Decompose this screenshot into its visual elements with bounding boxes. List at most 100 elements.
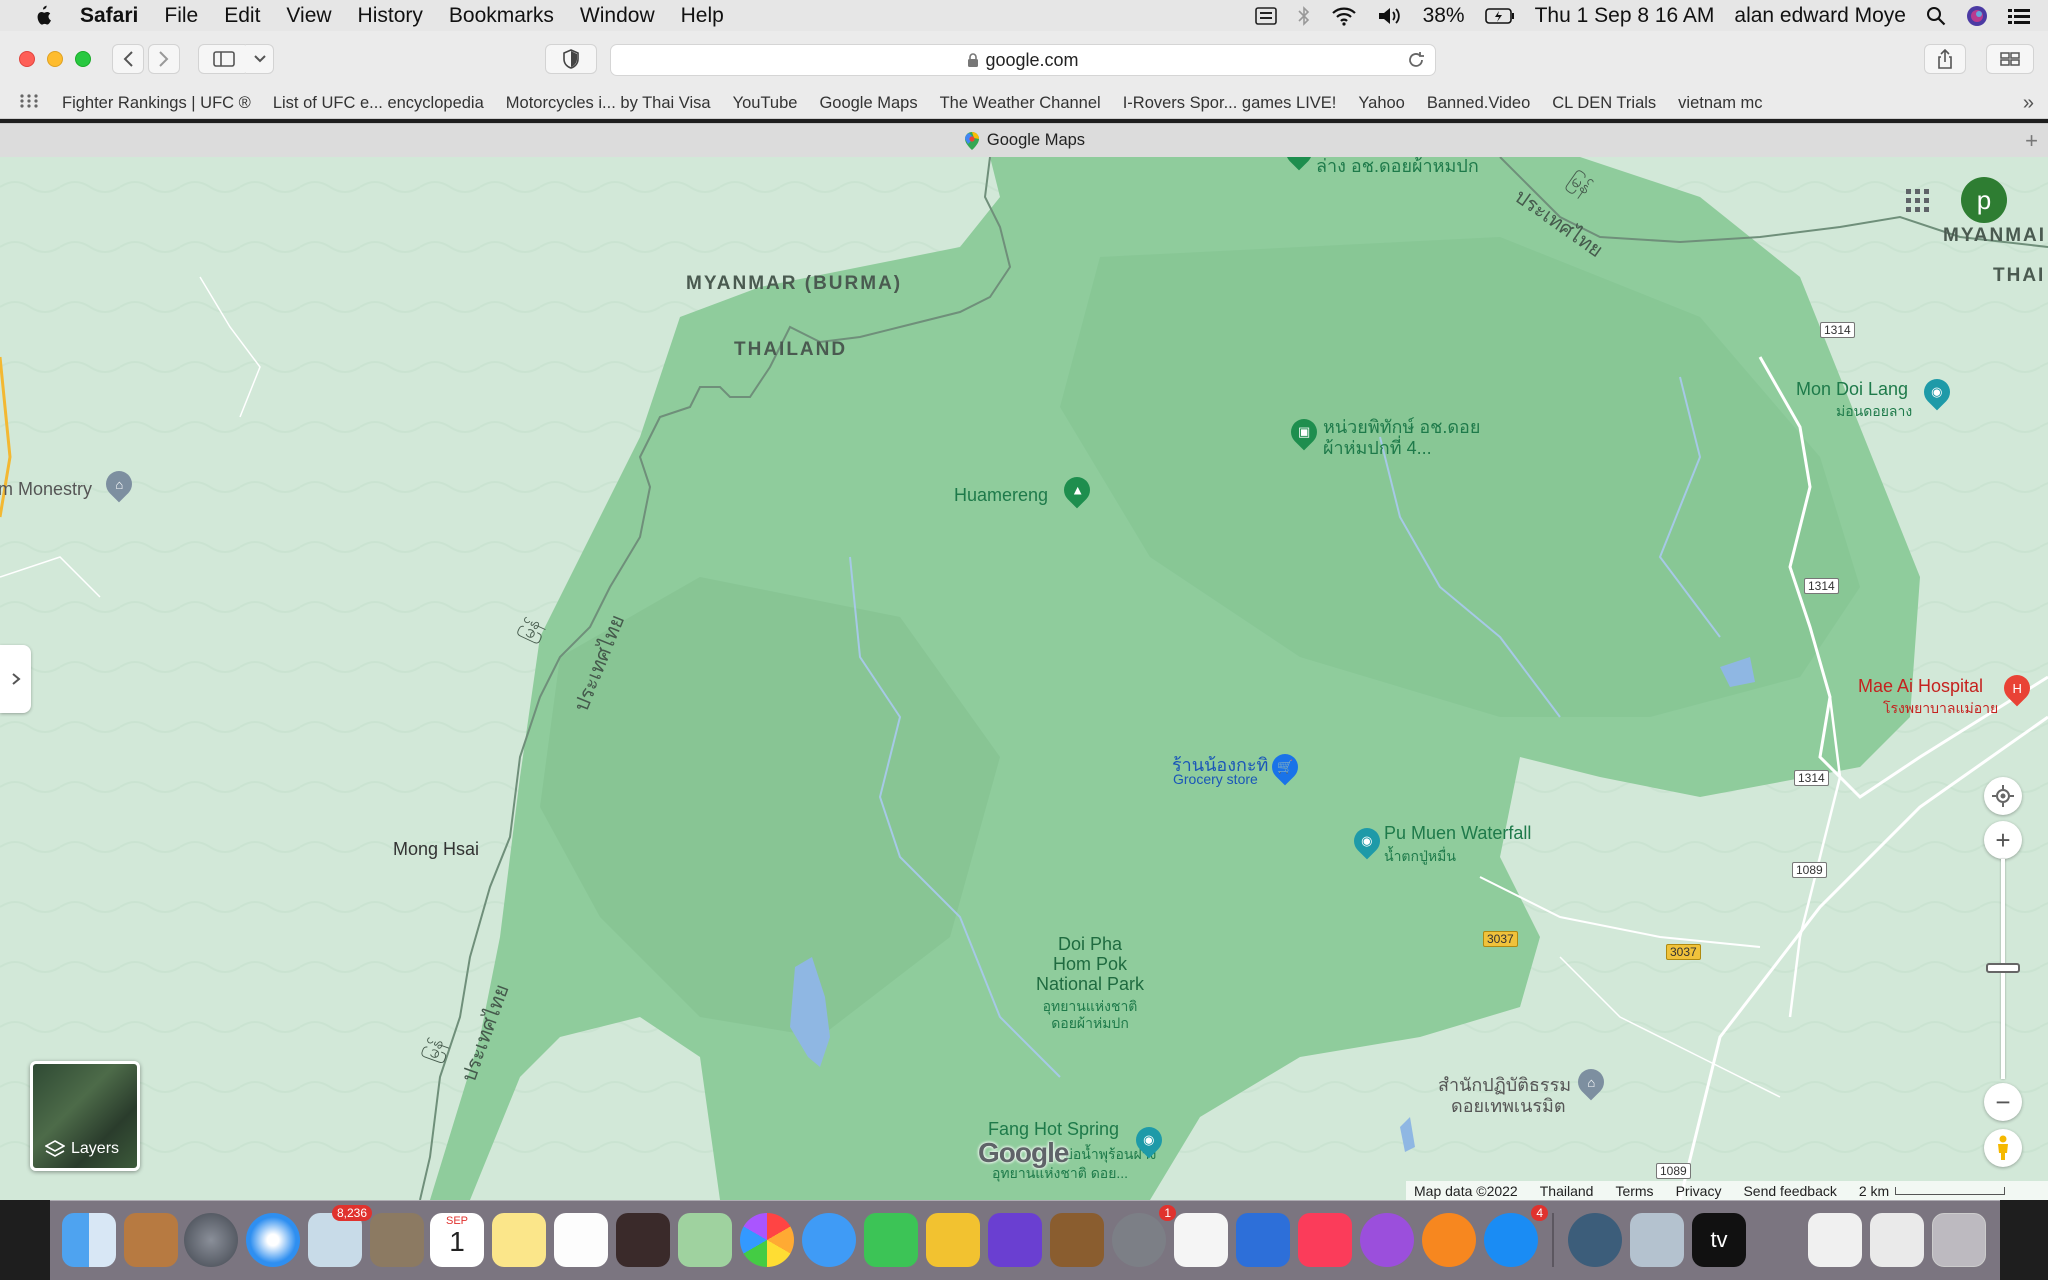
poi-label-mon-doi-lang[interactable]: Mon Doi Lang bbox=[1796, 379, 1908, 400]
bookmark-item[interactable]: vietnam mc bbox=[1678, 94, 1762, 113]
poi-label-monastery[interactable]: m Monestry bbox=[0, 479, 92, 500]
zoom-out-button[interactable]: − bbox=[1984, 1083, 2022, 1121]
books-icon[interactable] bbox=[1422, 1213, 1476, 1267]
bookmark-item[interactable]: List of UFC e... encyclopedia bbox=[273, 94, 484, 113]
menu-bookmarks[interactable]: Bookmarks bbox=[449, 4, 554, 28]
forward-button[interactable] bbox=[148, 44, 180, 74]
calendar-icon[interactable]: SEP 1 bbox=[430, 1213, 484, 1267]
privacy-link[interactable]: Privacy bbox=[1676, 1183, 1722, 1199]
keyboard-icon[interactable] bbox=[1254, 6, 1277, 25]
menu-app-safari[interactable]: Safari bbox=[80, 4, 138, 28]
poi-label-waterfall-th[interactable]: น้ำตกปู่หมื่น bbox=[1384, 846, 1456, 868]
send-feedback-link[interactable]: Send feedback bbox=[1743, 1183, 1836, 1199]
apple-menu-icon[interactable] bbox=[26, 5, 58, 27]
scale-label[interactable]: 2 km bbox=[1859, 1183, 1889, 1199]
volume-icon[interactable] bbox=[1377, 6, 1403, 26]
contacts-icon[interactable] bbox=[124, 1213, 178, 1267]
park-label-line2[interactable]: Hom Pok bbox=[1030, 954, 1150, 974]
poi-label-waterfall[interactable]: Pu Muen Waterfall bbox=[1384, 823, 1531, 844]
bookmark-item[interactable]: Yahoo bbox=[1358, 94, 1405, 113]
poi-label-huamereng[interactable]: Huamereng bbox=[954, 485, 1048, 506]
safari-dock-icon[interactable] bbox=[246, 1213, 300, 1267]
keynote-icon[interactable] bbox=[1236, 1213, 1290, 1267]
reminders-icon[interactable] bbox=[554, 1213, 608, 1267]
privacy-report-button[interactable] bbox=[545, 44, 597, 74]
downloads-stack-icon[interactable] bbox=[1808, 1213, 1862, 1267]
bookmark-item[interactable]: Fighter Rankings | UFC ® bbox=[62, 94, 251, 113]
account-avatar[interactable]: p bbox=[1961, 177, 2007, 223]
app-store-icon[interactable]: 4 bbox=[1484, 1205, 1548, 1267]
bookmark-item[interactable]: Banned.Video bbox=[1427, 94, 1530, 113]
poi-label-top-partial[interactable]: ล่าง อช.ดอยผ้าหมปก bbox=[1316, 157, 1479, 180]
mojave-icon[interactable] bbox=[1568, 1213, 1622, 1267]
garageband-icon[interactable] bbox=[1050, 1213, 1104, 1267]
photo-booth-icon[interactable] bbox=[616, 1213, 670, 1267]
user-name[interactable]: alan edward Moye bbox=[1734, 4, 1906, 28]
apple-tv-icon[interactable]: tv bbox=[1692, 1213, 1746, 1267]
back-button[interactable] bbox=[112, 44, 144, 74]
map-region[interactable]: Thailand bbox=[1540, 1183, 1594, 1199]
calculator-icon[interactable] bbox=[370, 1213, 424, 1267]
launchpad-icon[interactable] bbox=[184, 1213, 238, 1267]
finder-icon[interactable] bbox=[62, 1213, 116, 1267]
layers-button[interactable]: Layers bbox=[30, 1061, 140, 1171]
minimize-window-button[interactable] bbox=[47, 51, 63, 67]
mail-icon[interactable]: 8,236 bbox=[308, 1205, 372, 1267]
poi-label-ranger-unit-line2[interactable]: ผ้าห่มปกที่ 4... bbox=[1323, 433, 1432, 462]
menu-window[interactable]: Window bbox=[580, 4, 655, 28]
bookmark-item[interactable]: The Weather Channel bbox=[940, 94, 1101, 113]
trash-icon[interactable] bbox=[1932, 1213, 1986, 1267]
bookmarks-grid-icon[interactable] bbox=[20, 94, 38, 113]
my-location-button[interactable] bbox=[1984, 777, 2022, 815]
spotlight-search-icon[interactable] bbox=[1926, 6, 1946, 26]
map-canvas[interactable]: MYANMAR (BURMA) THAILAND MYANMAI THAI ปร… bbox=[0, 157, 2048, 1200]
bookmark-item[interactable]: CL DEN Trials bbox=[1552, 94, 1656, 113]
sidebar-menu-button[interactable] bbox=[246, 44, 274, 74]
zoom-in-button[interactable]: + bbox=[1984, 821, 2022, 859]
reload-icon[interactable] bbox=[1407, 51, 1425, 69]
sidebar-toggle-button[interactable] bbox=[198, 44, 250, 74]
google-apps-icon[interactable] bbox=[1906, 189, 1930, 218]
pages-icon[interactable] bbox=[926, 1213, 980, 1267]
zoom-slider-handle[interactable] bbox=[1986, 963, 2020, 973]
system-preferences-icon[interactable]: 1 bbox=[1112, 1205, 1176, 1267]
control-center-icon[interactable] bbox=[2008, 7, 2030, 25]
siri-icon[interactable] bbox=[1966, 5, 1988, 27]
poi-label-grocery-type[interactable]: Grocery store bbox=[1173, 771, 1258, 787]
menu-edit[interactable]: Edit bbox=[224, 4, 260, 28]
zoom-window-button[interactable] bbox=[75, 51, 91, 67]
bluetooth-icon[interactable] bbox=[1297, 5, 1311, 26]
music-icon[interactable] bbox=[1298, 1213, 1352, 1267]
podcasts-icon[interactable] bbox=[1360, 1213, 1414, 1267]
battery-icon[interactable] bbox=[1484, 7, 1515, 24]
share-button[interactable] bbox=[1924, 44, 1966, 74]
notes-icon[interactable] bbox=[492, 1213, 546, 1267]
clock[interactable]: Thu 1 Sep 8 16 AM bbox=[1535, 4, 1715, 28]
town-label-mong-hsai[interactable]: Mong Hsai bbox=[393, 839, 479, 860]
preview-icon[interactable] bbox=[1630, 1213, 1684, 1267]
street-view-button[interactable] bbox=[1984, 1129, 2022, 1167]
park-label-line3[interactable]: National Park bbox=[1010, 974, 1170, 994]
numbers-icon[interactable] bbox=[1174, 1213, 1228, 1267]
maps-icon[interactable] bbox=[678, 1213, 732, 1267]
expand-side-panel-button[interactable] bbox=[0, 645, 31, 713]
wifi-icon[interactable] bbox=[1331, 6, 1357, 26]
bookmarks-overflow-icon[interactable]: » bbox=[2023, 92, 2034, 115]
bookmark-item[interactable]: Google Maps bbox=[819, 94, 917, 113]
menu-file[interactable]: File bbox=[164, 4, 198, 28]
facetime-icon[interactable] bbox=[864, 1213, 918, 1267]
poi-label-mon-doi-lang-th[interactable]: ม่อนดอยลาง bbox=[1836, 401, 1912, 423]
park-label-line1[interactable]: Doi Pha bbox=[1030, 934, 1150, 954]
new-tab-button[interactable]: + bbox=[2025, 128, 2038, 154]
bookmark-item[interactable]: Motorcycles i... by Thai Visa bbox=[506, 94, 711, 113]
menu-view[interactable]: View bbox=[286, 4, 331, 28]
terms-link[interactable]: Terms bbox=[1615, 1183, 1653, 1199]
address-bar[interactable]: google.com bbox=[610, 44, 1436, 76]
menu-help[interactable]: Help bbox=[681, 4, 724, 28]
poi-label-hospital-th[interactable]: โรงพยาบาลแม่อาย bbox=[1883, 698, 1998, 720]
messages-icon[interactable] bbox=[802, 1213, 856, 1267]
park-label-th-line2[interactable]: ดอยผ้าห่มปก bbox=[1030, 1013, 1150, 1035]
bookmark-item[interactable]: YouTube bbox=[733, 94, 798, 113]
close-window-button[interactable] bbox=[19, 51, 35, 67]
poi-label-temple-line2[interactable]: ดอยเทพเนรมิต bbox=[1451, 1091, 1566, 1120]
